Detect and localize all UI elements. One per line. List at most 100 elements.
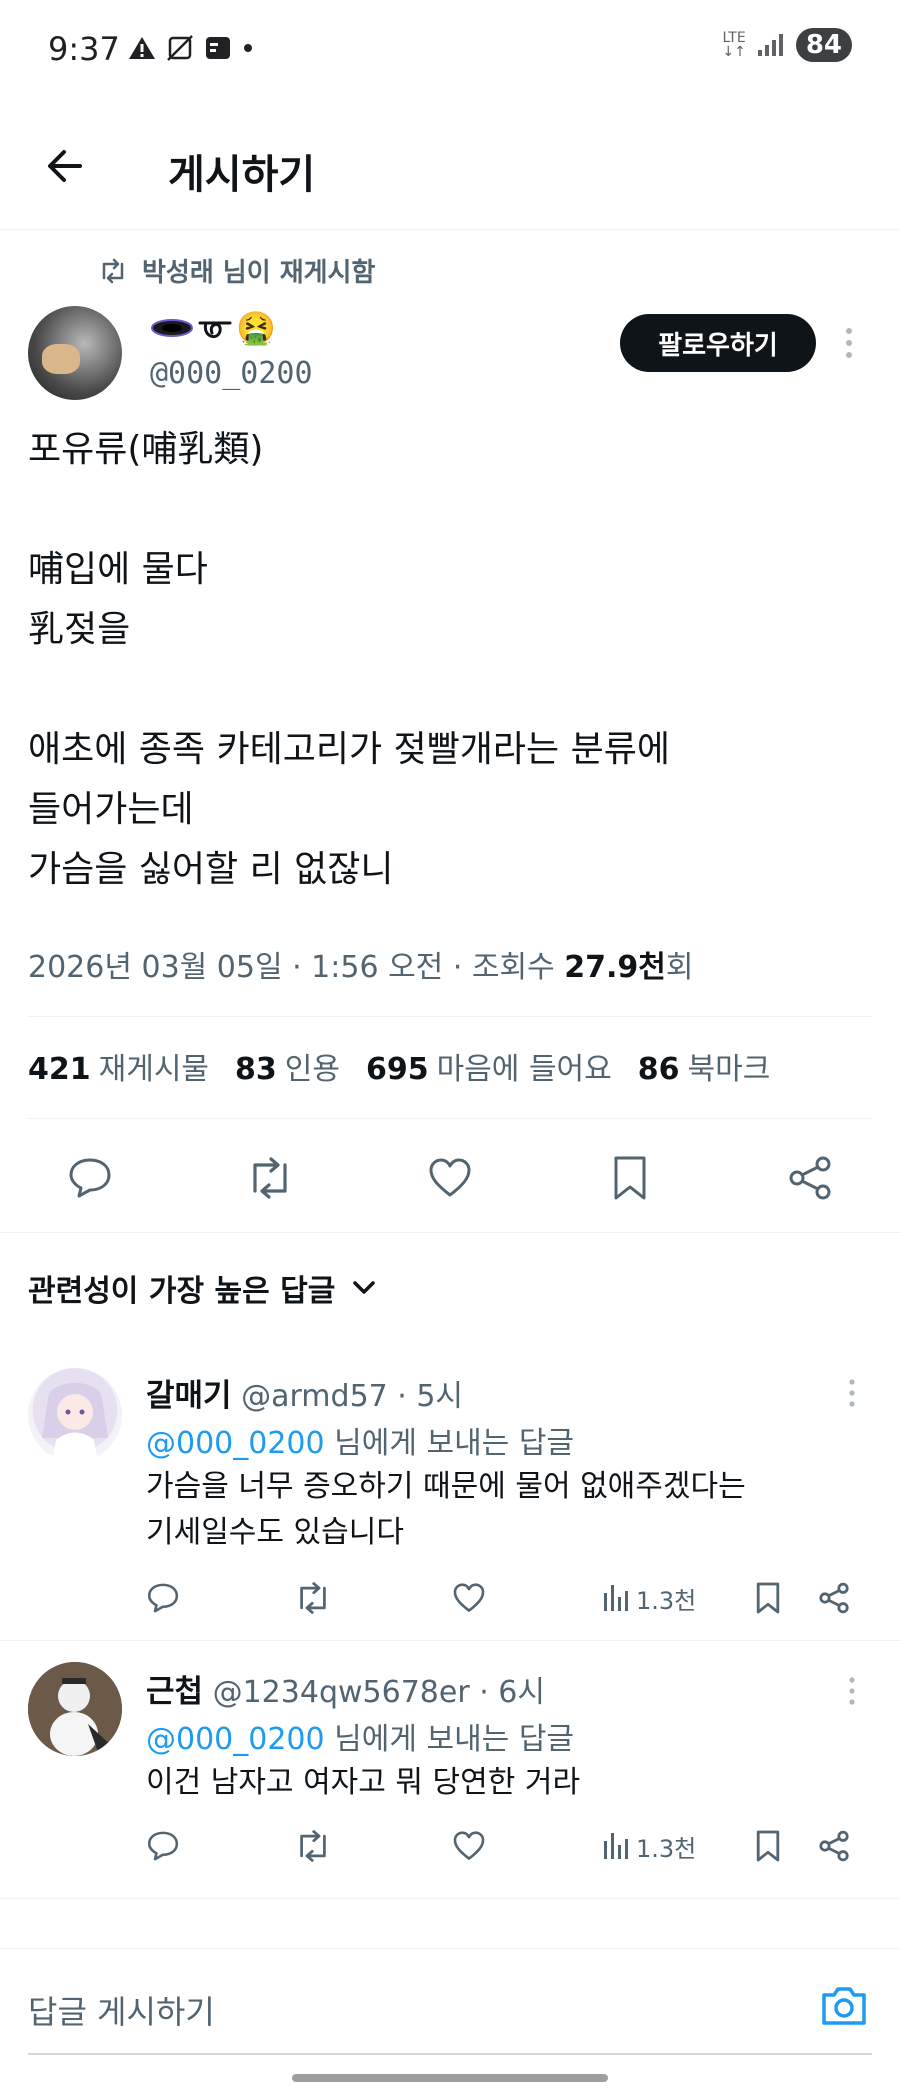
bookmark-icon [756,1830,780,1862]
bookmark-button[interactable] [754,1578,782,1618]
bookmark-button[interactable] [600,1148,660,1208]
bookmark-button[interactable] [754,1826,782,1866]
status-right: LTE ↓↑ 84 [722,28,852,62]
more-notifications-dot-icon [244,44,252,52]
views-button[interactable]: 1.3천 [602,1826,696,1866]
repost-text: 박성래 님이 재게시함 [142,258,376,288]
home-indicator[interactable] [292,2074,608,2082]
share-icon [789,1156,831,1200]
share-button[interactable] [780,1148,840,1208]
divider [0,1232,900,1233]
reply-action-bar: 1.3천 [146,1578,866,1618]
arrow-left-icon [48,150,82,182]
lte-indicator: LTE ↓↑ [722,30,746,60]
post-text: 포유류(哺乳類) 哺입에 물다 乳젖을 애초에 종족 카테고리가 젖빨개라는 분… [28,429,670,890]
share-icon [819,1830,849,1862]
reply-icon [147,1583,179,1613]
stat-bookmarks[interactable]: 86 북마크 [638,1044,771,1088]
like-button[interactable] [420,1148,480,1208]
share-icon [819,1582,849,1614]
sort-label: 관련성이 가장 높은 답글 [28,1274,336,1309]
warning-icon [129,37,155,59]
status-notification-icons [128,34,254,62]
post-action-bar [0,1138,900,1218]
reply-handle-time: @1234qw5678er · 6시 [212,1675,545,1710]
reply-author-name: 근첩 [146,1674,204,1710]
reply-avatar[interactable] [28,1368,122,1462]
reply-button[interactable] [60,1148,120,1208]
author-avatar[interactable] [28,306,122,400]
like-button[interactable] [452,1826,486,1866]
stat-likes[interactable]: 695 마음에 들어요 [366,1044,612,1088]
reply-handle-time: @armd57 · 5시 [241,1379,464,1414]
status-time: 9:37 [48,30,120,68]
repost-button[interactable] [294,1578,332,1618]
analytics-icon [604,1585,628,1611]
back-button[interactable] [40,140,92,192]
repost-icon [102,258,124,283]
signal-icon [757,34,783,56]
repost-context[interactable]: 박성래 님이 재게시함 [98,252,375,289]
reply-header: 근첩 @1234qw5678er · 6시 [146,1666,545,1711]
bookmark-icon [756,1582,780,1614]
stat-quotes[interactable]: 83 인용 [235,1044,340,1088]
reply-view-count: 1.3천 [636,1834,697,1863]
app-notification-icon [206,37,230,59]
camera-button[interactable] [818,1979,870,2031]
author-name[interactable]: 🤮 [150,308,276,348]
reply-author-name: 갈매기 [146,1378,232,1414]
black-hole-icon [151,319,193,337]
camera-icon [822,1987,866,2025]
heart-icon [429,1158,471,1197]
reply-text: 가슴을 너무 증오하기 때문에 물어 없애주겠다는 기세일수도 있습니다 [146,1469,746,1550]
like-button[interactable] [452,1578,486,1618]
reply-header: 갈매기 @armd57 · 5시 [146,1370,463,1415]
top-app-bar: 게시하기 [0,110,900,230]
bookmark-icon [614,1156,646,1200]
heart-icon [453,1583,485,1612]
reply-sort-dropdown[interactable]: 관련성이 가장 높은 답글 [28,1266,377,1310]
reply-avatar[interactable] [28,1662,122,1756]
battery-level: 84 [795,28,852,62]
chevron-down-icon [353,1281,376,1294]
heart-icon [453,1831,485,1860]
more-options-icon[interactable] [848,1378,856,1408]
divider [0,1898,900,1899]
divider [28,1118,872,1119]
curl-symbol-icon [198,321,232,339]
mention-link[interactable]: @000_0200 [146,1426,325,1461]
author-handle[interactable]: @000_0200 [150,356,313,391]
more-options-icon[interactable] [848,1676,856,1706]
reply-icon [69,1158,111,1198]
post-meta: 2026년 03월 05일 · 1:56 오전 · 조회수 27.9천회 [28,950,694,985]
repost-button[interactable] [240,1148,300,1208]
more-options-icon[interactable] [844,326,854,360]
replying-to: @000_0200 님에게 보내는 답글 [146,1722,575,1757]
reply-icon [147,1831,179,1861]
follow-button[interactable]: 팔로우하기 [620,314,816,372]
sync-off-icon [167,35,193,61]
reply-input-placeholder[interactable]: 답글 게시하기 [28,1987,215,2033]
share-button[interactable] [818,1578,850,1618]
share-button[interactable] [818,1826,850,1866]
stat-reposts[interactable]: 421 재게시물 [28,1044,209,1088]
views-button[interactable]: 1.3천 [602,1578,696,1618]
view-count: 27.9천 [564,950,666,985]
repost-icon [253,1157,287,1199]
repost-icon [300,1830,326,1862]
repost-button[interactable] [294,1826,332,1866]
reply-button[interactable] [146,1578,180,1618]
replying-to: @000_0200 님에게 보내는 답글 [146,1426,575,1461]
mention-link[interactable]: @000_0200 [146,1722,325,1757]
divider [28,1016,872,1017]
reply-composer[interactable]: 답글 게시하기 [0,1948,900,2058]
reply-button[interactable] [146,1826,180,1866]
composer-underline [28,2053,872,2055]
divider [0,1640,900,1641]
analytics-icon [604,1833,628,1859]
engagement-stats: 421 재게시물 83 인용 695 마음에 들어요 86 북마크 [28,1044,770,1088]
reply-action-bar: 1.3천 [146,1826,866,1866]
reply-text: 이건 남자고 여자고 뭐 당연한 거라 [146,1765,581,1800]
status-bar: 9:37 LTE ↓↑ 84 [0,0,900,100]
repost-icon [300,1582,326,1614]
